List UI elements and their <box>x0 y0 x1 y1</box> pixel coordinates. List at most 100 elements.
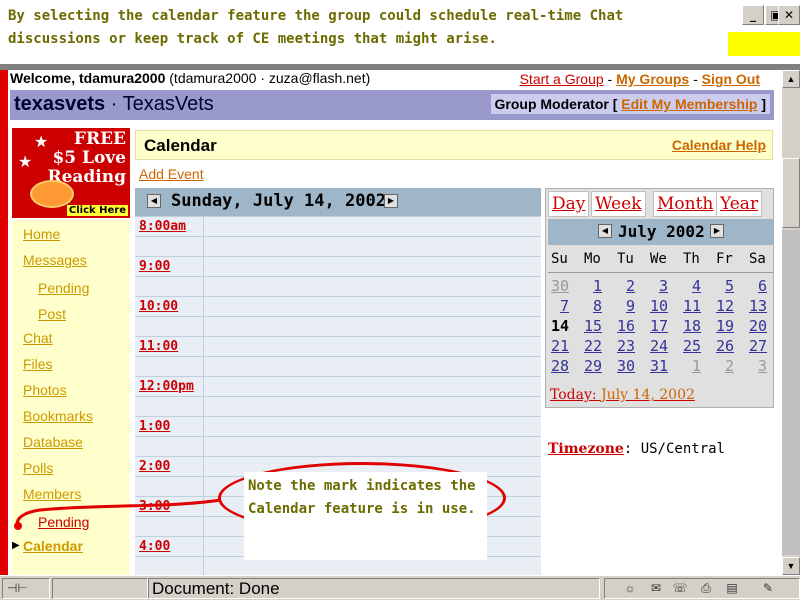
mini-day[interactable]: 7 <box>560 297 569 315</box>
nav-database[interactable]: Database <box>23 434 83 450</box>
tab-year[interactable]: Year <box>716 191 763 217</box>
scroll-down-icon[interactable]: ▼ <box>782 557 800 575</box>
time-slot[interactable] <box>135 316 541 336</box>
nav-messages[interactable]: Messages <box>23 252 87 268</box>
print-icon[interactable]: ⎙ <box>698 580 714 596</box>
time-slot-label[interactable]: 11:00 <box>139 339 178 354</box>
mini-day[interactable]: 25 <box>683 337 701 355</box>
mini-day[interactable]: 28 <box>551 357 569 375</box>
mini-day[interactable]: 5 <box>725 277 734 295</box>
today-date[interactable]: July 14, 2002 <box>601 387 695 403</box>
mini-day[interactable]: 9 <box>626 297 635 315</box>
scroll-thumb[interactable] <box>782 158 800 228</box>
nav-files[interactable]: Files <box>23 356 53 372</box>
mini-day[interactable]: 12 <box>716 297 734 315</box>
nav-chat[interactable]: Chat <box>23 330 53 346</box>
mini-day[interactable]: 16 <box>617 317 635 335</box>
prev-day-icon[interactable]: ◀ <box>147 194 161 208</box>
time-slot-label[interactable]: 1:00 <box>139 419 170 434</box>
scroll-up-icon[interactable]: ▲ <box>782 70 800 88</box>
time-slot-label[interactable]: 10:00 <box>139 299 178 314</box>
mini-day[interactable]: 2 <box>725 357 734 375</box>
edit-membership-link[interactable]: Edit My Membership <box>621 96 757 112</box>
nav-photos[interactable]: Photos <box>23 382 67 398</box>
mini-day[interactable]: 3 <box>758 357 767 375</box>
ad-click-here[interactable]: Click Here <box>66 205 128 216</box>
today-link[interactable]: Today: July 14, 2002 <box>550 387 695 403</box>
next-day-icon[interactable]: ▶ <box>384 194 398 208</box>
time-slot-label[interactable]: 12:00pm <box>139 379 194 394</box>
time-slot[interactable] <box>135 416 541 436</box>
time-slot[interactable] <box>135 356 541 376</box>
scroll-track[interactable] <box>782 230 800 555</box>
my-groups-link[interactable]: My Groups <box>616 71 689 87</box>
tab-month[interactable]: Month <box>653 191 718 217</box>
time-slot-label[interactable]: 9:00 <box>139 259 170 274</box>
mini-day[interactable]: 15 <box>584 317 602 335</box>
minimize-button[interactable]: _ <box>742 5 764 25</box>
mini-day[interactable]: 30 <box>617 357 635 375</box>
mini-day[interactable]: 6 <box>758 277 767 295</box>
nav-bookmarks[interactable]: Bookmarks <box>23 408 93 424</box>
mini-day[interactable]: 17 <box>650 317 668 335</box>
calendar-help-link[interactable]: Calendar Help <box>672 137 766 153</box>
nav-home[interactable]: Home <box>23 226 60 242</box>
mini-day[interactable]: 26 <box>716 337 734 355</box>
mini-day[interactable]: 10 <box>650 297 668 315</box>
sign-out-link[interactable]: Sign Out <box>702 71 760 87</box>
mini-day[interactable]: 3 <box>659 277 668 295</box>
mini-day[interactable]: 21 <box>551 337 569 355</box>
time-slot[interactable] <box>135 256 541 276</box>
prev-month-icon[interactable]: ◀ <box>598 224 612 238</box>
mini-day[interactable]: 11 <box>683 297 701 315</box>
discussion-icon[interactable]: ☏ <box>672 580 688 596</box>
time-slot[interactable] <box>135 276 541 296</box>
add-event-link[interactable]: Add Event <box>139 166 204 182</box>
security-icon[interactable]: ☼ <box>622 580 638 596</box>
nav-polls[interactable]: Polls <box>23 460 53 476</box>
mini-day[interactable]: 23 <box>617 337 635 355</box>
mini-day[interactable]: 30 <box>551 277 569 295</box>
tab-week[interactable]: Week <box>591 191 646 217</box>
time-slot-label[interactable]: 2:00 <box>139 459 170 474</box>
mini-day[interactable]: 31 <box>650 357 668 375</box>
time-slot[interactable] <box>135 436 541 456</box>
mini-day[interactable]: 2 <box>626 277 635 295</box>
time-slot[interactable] <box>135 236 541 256</box>
time-slot-label[interactable]: 8:00am <box>139 219 186 234</box>
mini-day[interactable]: 19 <box>716 317 734 335</box>
nav-messages-pending[interactable]: Pending <box>38 280 89 296</box>
mini-day[interactable]: 20 <box>749 317 767 335</box>
time-slot[interactable] <box>135 396 541 416</box>
mini-day[interactable]: 1 <box>593 277 602 295</box>
nav-post[interactable]: Post <box>38 306 66 322</box>
account-info: (tdamura2000 · zuza@flash.net) <box>169 70 371 86</box>
close-button[interactable]: ✕ <box>778 5 800 25</box>
start-group-link[interactable]: Start a Group <box>520 71 604 87</box>
mini-day[interactable]: 13 <box>749 297 767 315</box>
mini-day[interactable]: 27 <box>749 337 767 355</box>
nav-calendar[interactable]: Calendar <box>23 538 83 554</box>
mini-day[interactable]: 8 <box>593 297 602 315</box>
annotation-pointer <box>14 498 221 530</box>
time-slot-label[interactable]: 4:00 <box>139 539 170 554</box>
mail-icon[interactable]: ✉ <box>648 580 664 596</box>
time-slot[interactable] <box>135 376 541 396</box>
edit-icon[interactable]: ✎ <box>760 580 776 596</box>
mini-day[interactable]: 4 <box>692 277 701 295</box>
mini-day[interactable]: 22 <box>584 337 602 355</box>
time-slot[interactable] <box>135 216 541 236</box>
ad-banner[interactable]: ★ ★ FREE $5 Love Reading Click Here <box>12 128 130 218</box>
tab-day[interactable]: Day <box>548 191 590 217</box>
composer-icon[interactable]: ▤ <box>724 580 740 596</box>
next-month-icon[interactable]: ▶ <box>710 224 724 238</box>
mini-day[interactable]: 24 <box>650 337 668 355</box>
group-short-name: texasvets <box>14 93 106 115</box>
mini-day[interactable]: 18 <box>683 317 701 335</box>
time-slot[interactable] <box>135 296 541 316</box>
mini-day[interactable]: 1 <box>692 357 701 375</box>
vertical-scrollbar[interactable]: ▲ ▼ <box>782 70 800 575</box>
time-slot[interactable] <box>135 336 541 356</box>
mini-day[interactable]: 29 <box>584 357 602 375</box>
timezone-link[interactable]: Timezone <box>548 441 624 457</box>
